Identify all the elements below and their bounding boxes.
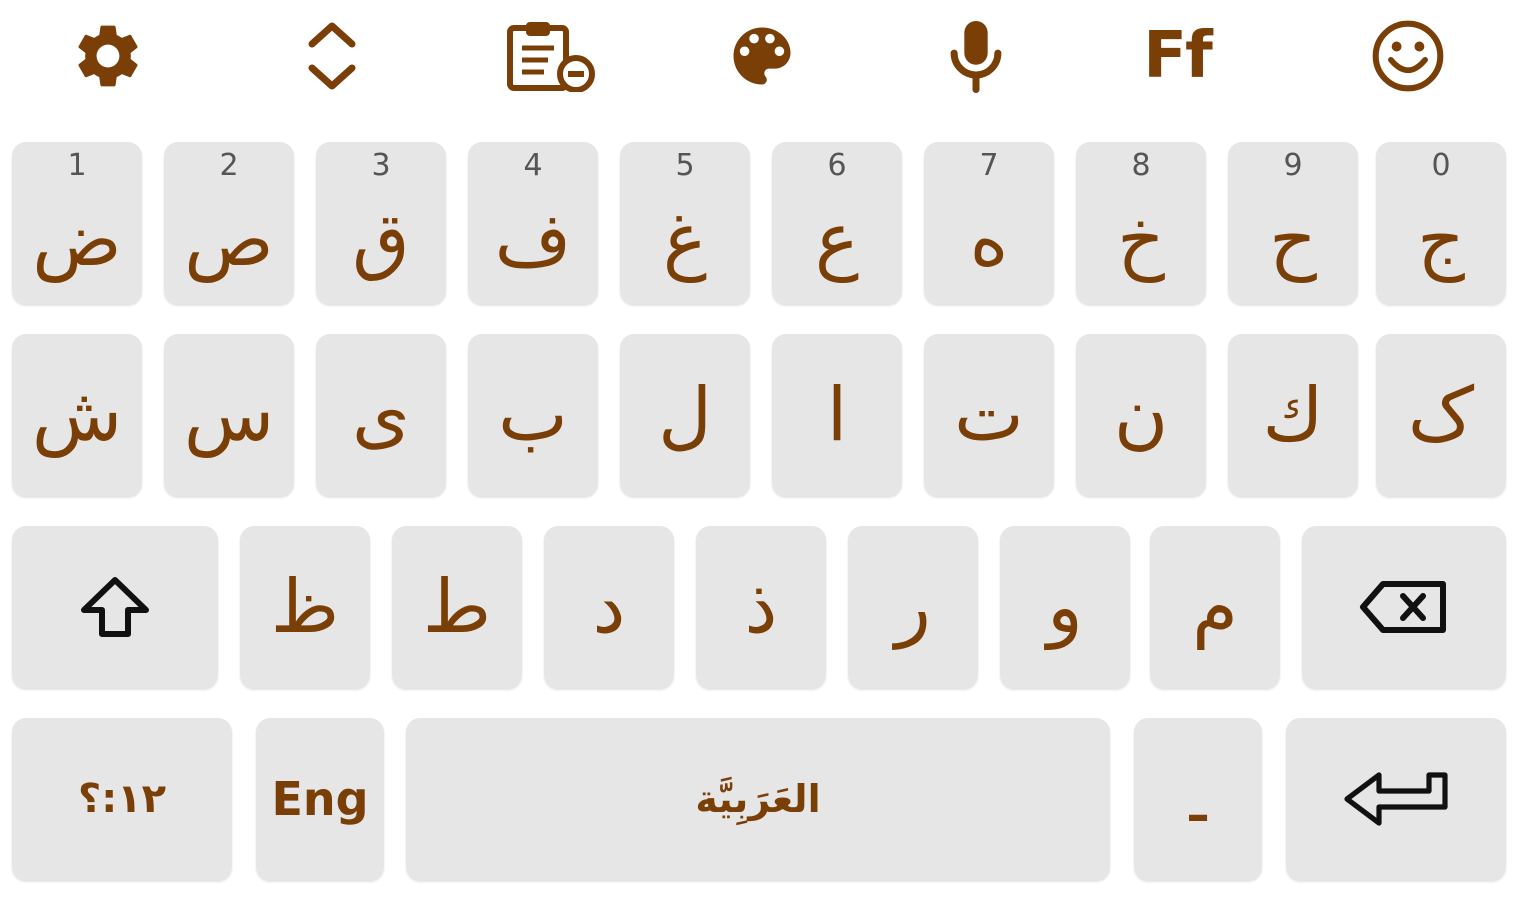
key-hint: 9 — [1283, 148, 1303, 183]
key-hint: 2 — [219, 148, 239, 183]
expand-collapse-icon — [308, 22, 356, 90]
key-char: د — [592, 564, 626, 650]
key-ba[interactable]: ب — [468, 334, 598, 496]
key-lam[interactable]: ل — [620, 334, 750, 496]
backspace-key[interactable] — [1302, 526, 1506, 688]
key-dal[interactable]: د — [544, 526, 674, 688]
key-qaf[interactable]: 3 ق — [316, 142, 446, 304]
settings-button[interactable] — [58, 14, 158, 98]
key-char: ض — [32, 197, 122, 283]
key-zah[interactable]: ظ — [240, 526, 370, 688]
key-char: ح — [1269, 197, 1317, 283]
key-char: ت — [954, 372, 1024, 458]
tatweel-key[interactable]: ـ — [1134, 718, 1262, 880]
shift-arrow-icon — [81, 577, 149, 637]
key-char: ص — [184, 197, 274, 283]
font-button[interactable]: Ff — [1122, 14, 1232, 98]
tatweel-key-label: ـ — [1189, 775, 1207, 833]
key-char: س — [183, 372, 275, 458]
key-char: ك — [1262, 372, 1324, 458]
key-char: ب — [498, 372, 568, 458]
key-char: ک — [1407, 372, 1475, 458]
key-char: غ — [662, 197, 708, 283]
key-char: ه — [969, 197, 1009, 283]
shift-key[interactable] — [12, 526, 218, 688]
palette-icon — [733, 27, 791, 85]
key-char: ط — [422, 564, 492, 650]
key-char: ا — [826, 372, 848, 458]
space-bar[interactable]: العَرَبِيَّة — [406, 718, 1110, 880]
clipboard-icon — [507, 22, 595, 92]
key-char: ج — [1417, 197, 1465, 283]
voice-input-button[interactable] — [926, 14, 1026, 98]
key-ghain[interactable]: 5 غ — [620, 142, 750, 304]
gear-icon — [78, 25, 138, 87]
key-char: ظ — [270, 564, 340, 650]
key-tah[interactable]: ط — [392, 526, 522, 688]
enter-key[interactable] — [1286, 718, 1506, 880]
key-char: ن — [1113, 372, 1169, 458]
key-hint: 6 — [827, 148, 847, 183]
expand-collapse-button[interactable] — [282, 14, 382, 98]
clipboard-button[interactable] — [500, 14, 600, 98]
key-alef-maqsura[interactable]: ى — [316, 334, 446, 496]
key-char: ى — [352, 372, 410, 458]
key-char: خ — [1117, 197, 1165, 283]
key-hint: 1 — [67, 148, 87, 183]
key-hint: 3 — [371, 148, 391, 183]
key-char: ق — [352, 197, 410, 283]
key-dad[interactable]: 1 ض — [12, 142, 142, 304]
backspace-icon — [1360, 581, 1446, 633]
key-char: و — [1047, 564, 1083, 650]
key-char: ذ — [744, 564, 778, 650]
font-icon: Ff — [1143, 19, 1213, 93]
symbols-key-label: ١٢:؟ — [77, 776, 167, 822]
key-jeem[interactable]: 0 ج — [1376, 142, 1506, 304]
key-meem[interactable]: م — [1150, 526, 1280, 688]
key-char: ر — [895, 564, 931, 650]
key-hint: 8 — [1131, 148, 1151, 183]
key-char: ع — [814, 197, 860, 283]
key-fa[interactable]: 4 ف — [468, 142, 598, 304]
key-hint: 5 — [675, 148, 695, 183]
keyboard-toolbar: Ff — [0, 0, 1516, 112]
key-char: م — [1192, 564, 1238, 650]
key-noon[interactable]: ن — [1076, 334, 1206, 496]
key-hha[interactable]: 9 ح — [1228, 142, 1358, 304]
key-thal[interactable]: ذ — [696, 526, 826, 688]
language-switch-key[interactable]: Eng — [256, 718, 384, 880]
key-hint: 0 — [1431, 148, 1451, 183]
key-ha[interactable]: 7 ه — [924, 142, 1054, 304]
key-ra[interactable]: ر — [848, 526, 978, 688]
key-char: ش — [31, 372, 123, 458]
enter-arrow-icon — [1344, 772, 1448, 826]
key-ain[interactable]: 6 ع — [772, 142, 902, 304]
key-kaf[interactable]: ك — [1228, 334, 1358, 496]
key-sad[interactable]: 2 ص — [164, 142, 294, 304]
key-seen[interactable]: س — [164, 334, 294, 496]
key-alef[interactable]: ا — [772, 334, 902, 496]
key-kha[interactable]: 8 خ — [1076, 142, 1206, 304]
emoji-icon — [1372, 20, 1444, 92]
key-ta[interactable]: ت — [924, 334, 1054, 496]
key-hint: 7 — [979, 148, 999, 183]
theme-button[interactable] — [712, 14, 812, 98]
space-bar-label: العَرَبِيَّة — [695, 777, 821, 821]
key-keheh[interactable]: ک — [1376, 334, 1506, 496]
key-waw[interactable]: و — [1000, 526, 1130, 688]
key-hint: 4 — [523, 148, 543, 183]
symbols-key[interactable]: ١٢:؟ — [12, 718, 232, 880]
key-char: ف — [494, 197, 572, 283]
emoji-button[interactable] — [1358, 14, 1458, 98]
key-char: ل — [658, 372, 712, 458]
language-key-label: Eng — [271, 772, 369, 826]
microphone-icon — [950, 21, 1002, 94]
key-sheen[interactable]: ش — [12, 334, 142, 496]
